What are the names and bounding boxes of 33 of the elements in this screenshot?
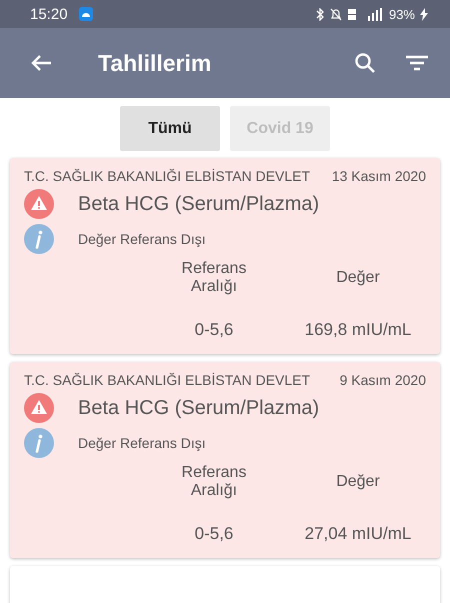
bluetooth-icon — [316, 8, 325, 20]
test-name: Beta HCG (Serum/Plazma) — [78, 192, 320, 216]
battery-level: 93% — [388, 6, 415, 22]
institution-name: T.C. SAĞLIK BAKANLIĞI ELBİSTAN DEVLET — [24, 372, 310, 388]
institution-name: T.C. SAĞLIK BAKANLIĞI ELBİSTAN DEVLET — [24, 168, 310, 184]
result-card[interactable]: T.C. SAĞLIK BAKANLIĞI ELBİSTAN DEVLET 13 Kasım 2020 Beta HCG (Serum/Plazma) Değer Referans Dışı Referans Aralığı Değer 0-5,6 169,8 mIU/mL — [10, 158, 440, 354]
warning-icon — [24, 189, 54, 219]
warning-icon — [24, 393, 54, 423]
result-date: 9 Kasım 2020 — [340, 372, 426, 388]
info-icon — [24, 224, 54, 254]
charging-icon — [420, 8, 428, 20]
status-note: Değer Referans Dışı — [78, 231, 206, 247]
app-notification-icon — [78, 7, 93, 21]
result-date: 13 Kasım 2020 — [332, 168, 426, 184]
column-header: Referans Aralığı — [180, 260, 248, 296]
reference-range: 0-5,6 — [194, 524, 234, 544]
screen-title: Tahlillerim — [98, 50, 212, 76]
result-value: 27,04 mIU/mL — [304, 524, 412, 544]
info-icon — [24, 428, 54, 458]
status-note: Değer Referans Dışı — [78, 435, 206, 451]
result-value: 169,8 mIU/mL — [304, 320, 412, 340]
filter-icon — [406, 55, 428, 71]
clock-time: 15:20 — [30, 6, 68, 22]
filter-tab[interactable]: Tümü — [120, 106, 220, 151]
result-card[interactable]: T.C. SAĞLIK BAKANLIĞI ELBİSTAN DEVLET 9 Kasım 2020 Beta HCG (Serum/Plazma) Değer Referans Dışı Referans Aralığı Değer 0-5,6 27,04 mIU/mL — [10, 362, 440, 558]
search-icon — [354, 52, 376, 74]
back-arrow-icon — [30, 54, 52, 72]
bell-muted-icon — [330, 8, 342, 20]
column-header: Değer — [335, 268, 381, 288]
column-header: Referans Aralığı — [180, 464, 248, 500]
reference-range: 0-5,6 — [194, 320, 234, 340]
test-name: Beta HCG (Serum/Plazma) — [78, 396, 320, 420]
column-header: Değer — [335, 472, 381, 492]
